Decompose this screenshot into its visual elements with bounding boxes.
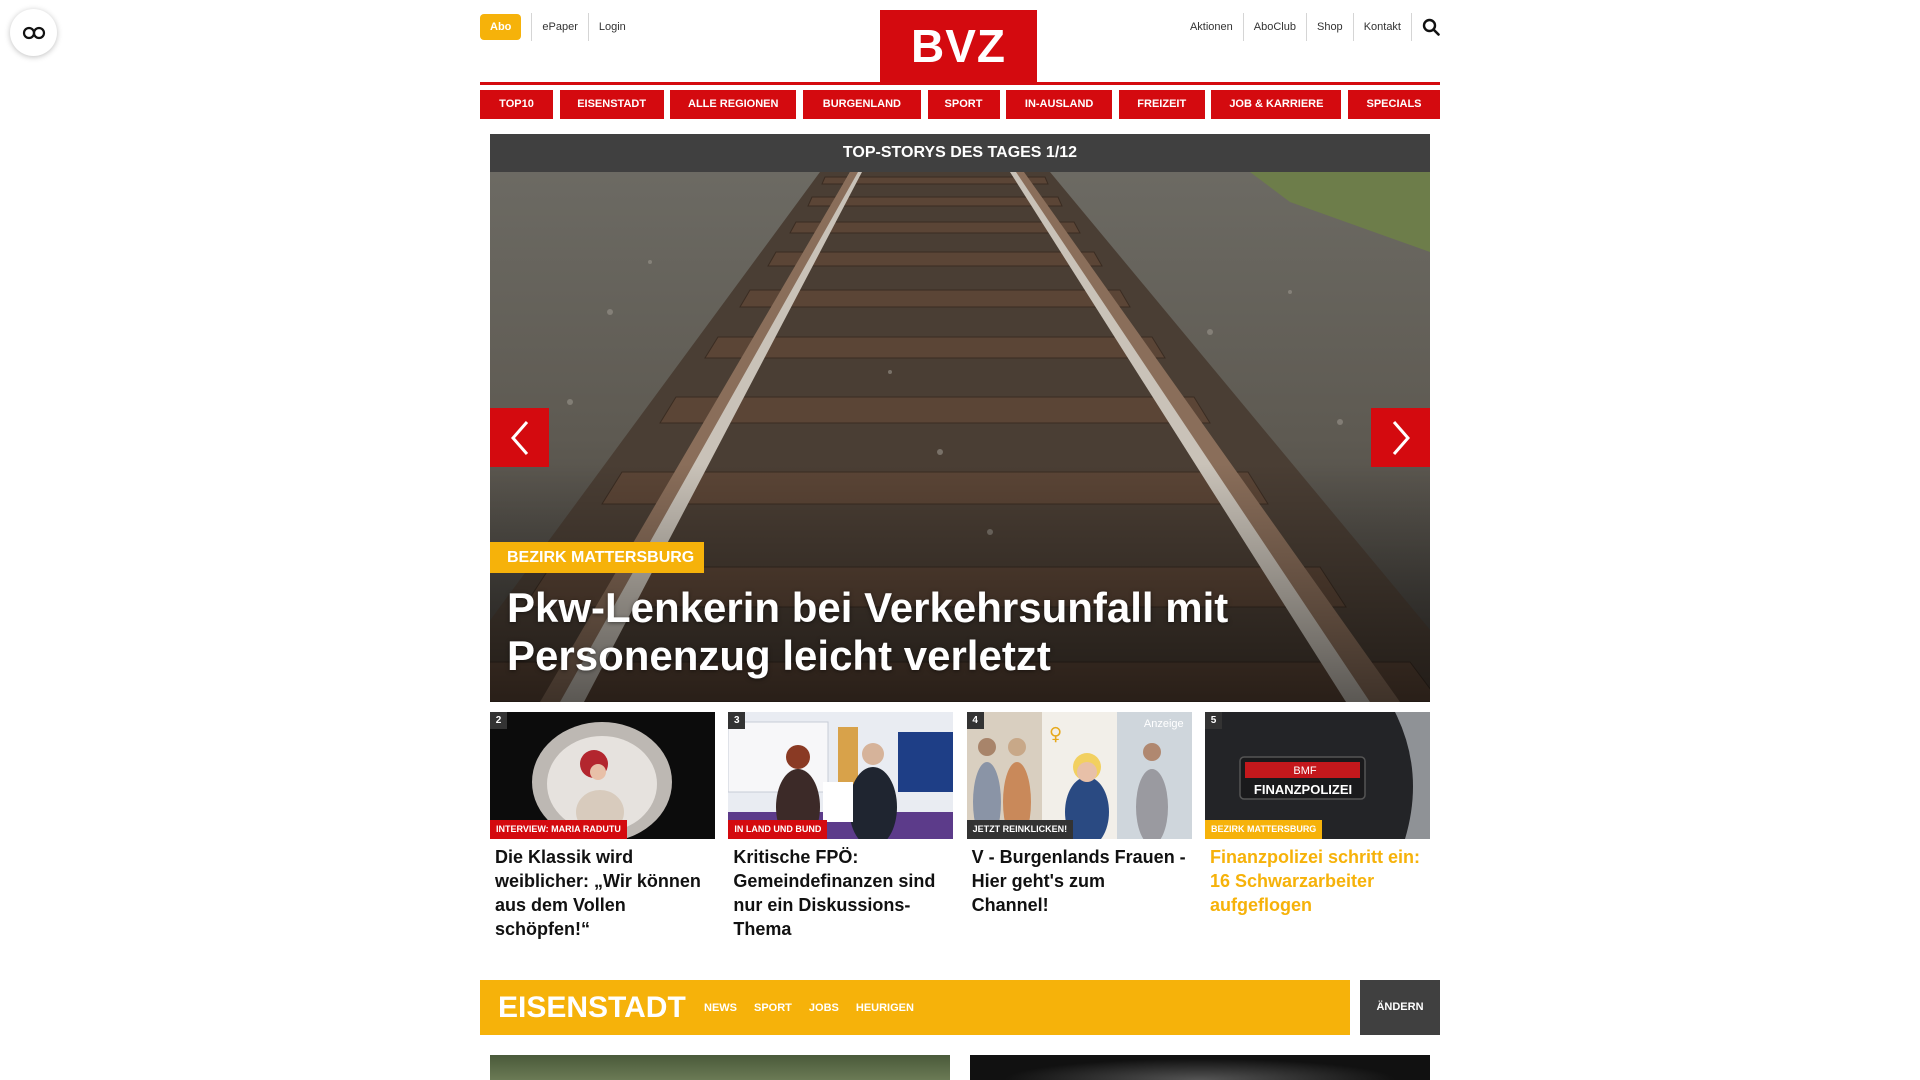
header-left-links: Abo ePaper Login [480, 13, 636, 41]
nav-item-eisenstadt[interactable]: EISENSTADT [559, 90, 664, 119]
site-logo[interactable]: BVZ [880, 10, 1037, 82]
region-link-jobs[interactable]: JOBS [809, 1002, 839, 1014]
hero-headline[interactable]: Pkw-Lenkerin bei Verkehrsunfall mit Pers… [507, 584, 1407, 680]
region-bar: EISENSTADT NEWS SPORT JOBS HEURIGEN [480, 980, 1350, 1035]
main-nav: TOP10 EISENSTADT ALLE REGIONEN BURGENLAN… [480, 90, 1440, 119]
teaser-rank: 2 [490, 712, 507, 729]
region-article-image[interactable] [970, 1055, 1430, 1080]
teaser-image[interactable]: 2 INTERVIEW: MARIA RADUTU [490, 712, 715, 839]
teaser-category-badge[interactable]: INTERVIEW: MARIA RADUTU [490, 820, 627, 839]
glasses-icon [22, 26, 45, 39]
aktionen-link[interactable]: Aktionen [1180, 13, 1244, 41]
search-button[interactable] [1412, 13, 1440, 41]
region-title[interactable]: EISENSTADT [498, 980, 686, 1035]
region-links: NEWS SPORT JOBS HEURIGEN [704, 980, 931, 1035]
teaser-card[interactable]: 3 IN LAND UND BUND Kritische FPÖ: Gemein… [728, 712, 954, 942]
teaser-card[interactable]: ♀ 4 Anzeige JETZT REINKLICKEN! V - Burge… [966, 712, 1192, 942]
nav-item-burgenland[interactable]: BURGENLAND [802, 90, 921, 119]
top-stories-slider: TOP-STORYS DES TAGES 1/12 BEZIRK MATTERS… [490, 134, 1430, 702]
svg-text:BMF: BMF [1293, 765, 1317, 777]
nav-item-alle-regionen[interactable]: ALLE REGIONEN [670, 90, 797, 119]
teaser-headline[interactable]: Kritische FPÖ: Gemeindefinanzen sind nur… [728, 839, 953, 941]
teaser-card[interactable]: BMF FINANZPOLIZEI 5 BEZIRK MATTERSBURG F… [1204, 712, 1430, 942]
teaser-card[interactable]: 2 INTERVIEW: MARIA RADUTU Die Klassik wi… [490, 712, 715, 942]
hero-article-image[interactable]: BEZIRK MATTERSBURG Pkw-Lenkerin bei Verk… [490, 172, 1430, 702]
region-link-sport[interactable]: SPORT [754, 1002, 792, 1014]
slider-title: TOP-STORYS DES TAGES 1/12 [490, 134, 1430, 172]
nav-item-job-karriere[interactable]: JOB & KARRIERE [1211, 90, 1342, 119]
change-region-button[interactable]: ÄNDERN [1360, 980, 1440, 1035]
ad-label: Anzeige [1143, 718, 1184, 730]
teaser-category-badge[interactable]: BEZIRK MATTERSBURG [1204, 820, 1323, 839]
nav-item-top10[interactable]: TOP10 [480, 90, 553, 119]
teaser-image[interactable]: ♀ 4 Anzeige JETZT REINKLICKEN! [966, 712, 1192, 839]
teaser-rank: 3 [728, 712, 746, 729]
nav-item-sport[interactable]: SPORT [927, 90, 1000, 119]
glasses-toggle-button[interactable] [10, 9, 57, 56]
region-link-heurigen[interactable]: HEURIGEN [856, 1002, 914, 1014]
teaser-image[interactable]: BMF FINANZPOLIZEI 5 BEZIRK MATTERSBURG [1204, 712, 1430, 839]
teaser-headline[interactable]: Die Klassik wird weiblicher: „Wir können… [490, 839, 715, 941]
teaser-headline[interactable]: V - Burgenlands Frauen - Hier geht's zum… [967, 839, 1192, 917]
nav-item-specials[interactable]: SPECIALS [1348, 90, 1440, 119]
svg-text:♀: ♀ [1049, 724, 1062, 745]
teaser-rank: 5 [1204, 712, 1222, 729]
slider-prev-button[interactable] [490, 408, 549, 467]
kontakt-link[interactable]: Kontakt [1354, 13, 1412, 41]
region-article-image[interactable] [490, 1055, 950, 1080]
teaser-category-badge[interactable]: IN LAND UND BUND [728, 820, 828, 839]
region-link-news[interactable]: NEWS [704, 1002, 737, 1014]
abo-button[interactable]: Abo [480, 14, 522, 40]
header-divider [480, 82, 1440, 85]
shop-link[interactable]: Shop [1307, 13, 1354, 41]
header-right-links: Aktionen AboClub Shop Kontakt [1180, 13, 1440, 41]
chevron-right-icon [1392, 420, 1410, 455]
teaser-list: 2 INTERVIEW: MARIA RADUTU Die Klassik wi… [490, 712, 1430, 942]
teaser-rank: 4 [966, 712, 984, 729]
svg-text:FINANZPOLIZEI: FINANZPOLIZEI [1254, 782, 1352, 797]
teaser-image[interactable]: 3 IN LAND UND BUND [728, 712, 954, 839]
aboclub-link[interactable]: AboClub [1244, 13, 1307, 41]
search-icon [1422, 18, 1440, 36]
nav-item-in-ausland[interactable]: IN-AUSLAND [1006, 90, 1113, 119]
chevron-left-icon [510, 420, 528, 455]
epaper-link[interactable]: ePaper [531, 13, 587, 41]
teaser-category-badge[interactable]: JETZT REINKLICKEN! [966, 820, 1074, 839]
nav-item-freizeit[interactable]: FREIZEIT [1118, 90, 1205, 119]
slider-next-button[interactable] [1371, 408, 1430, 467]
page-container: Abo ePaper Login BVZ Aktionen AboClub Sh… [480, 0, 1440, 1080]
teaser-headline[interactable]: Finanzpolizei schritt ein: 16 Schwarzarb… [1205, 839, 1430, 917]
login-link[interactable]: Login [587, 13, 636, 41]
hero-category-badge[interactable]: BEZIRK MATTERSBURG [490, 542, 705, 573]
